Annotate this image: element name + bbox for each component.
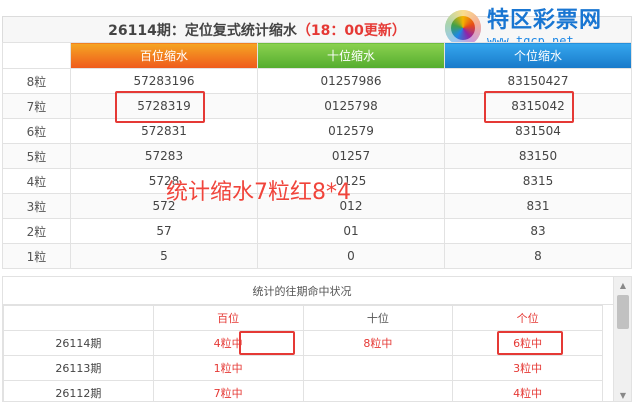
history-tens (302, 355, 454, 381)
table-row: 26113期 1粒中 3粒中 (3, 355, 603, 381)
cell-units: 83150427 (444, 68, 632, 94)
cell-units: 831 (444, 193, 632, 219)
scroll-up-arrow-icon[interactable]: ▲ (614, 277, 631, 293)
table-row: 8粒 57283196 01257986 83150427 (2, 68, 632, 94)
scroll-down-arrow-icon[interactable]: ▼ (614, 387, 631, 401)
cell-tens: 01257 (257, 143, 445, 169)
cell-units: 831504 (444, 118, 632, 144)
row-label: 1粒 (2, 243, 71, 269)
title-main: 26114期：定位复式统计缩水 (108, 22, 297, 39)
cell-tens: 012579 (257, 118, 445, 144)
table-row: 6粒 572831 012579 831504 (2, 118, 632, 144)
row-label: 5粒 (2, 143, 71, 169)
history-col-hundreds: 百位 (152, 305, 304, 331)
cell-units: 8 (444, 243, 632, 269)
cell-units: 8315042 (444, 93, 632, 119)
row-label: 4粒 (2, 168, 71, 194)
swirl-logo-icon (445, 10, 481, 46)
cell-hundreds: 5728319 (70, 93, 258, 119)
history-col-tens: 十位 (302, 305, 454, 331)
cell-hundreds: 572831 (70, 118, 258, 144)
history-col-units: 个位 (452, 305, 603, 331)
cell-hundreds: 57 (70, 218, 258, 244)
history-period: 26114期 (3, 330, 154, 356)
logo-brand: 特区彩票网 (487, 7, 603, 33)
row-label: 6粒 (2, 118, 71, 144)
annotation-text: 统计缩水7粒红8*4 (166, 180, 351, 205)
table-row: 26112期 7粒中 4粒中 (3, 380, 603, 401)
cell-tens: 01 (257, 218, 445, 244)
cell-units: 83150 (444, 143, 632, 169)
col-header-tens: 十位缩水 (257, 42, 445, 69)
reduction-table: 百位缩水 十位缩水 个位缩水 8粒 57283196 01257986 8315… (2, 42, 632, 269)
history-tens (302, 380, 454, 401)
cell-tens: 01257986 (257, 68, 445, 94)
title-update-time: （18：00更新） (296, 22, 406, 39)
vertical-scrollbar[interactable]: ▲ ▼ (613, 277, 631, 401)
cell-tens: 0125798 (257, 93, 445, 119)
history-table: 百位 十位 个位 26114期 4粒中 8粒中 6粒中 26113期 1粒中 3… (3, 305, 603, 401)
col-header-hundreds: 百位缩水 (70, 42, 258, 69)
history-hundreds: 7粒中 (152, 380, 304, 401)
row-label: 2粒 (2, 218, 71, 244)
scrollbar-thumb[interactable] (617, 295, 629, 329)
cell-tens: 0 (257, 243, 445, 269)
history-panel: 统计的往期命中状况 百位 十位 个位 26114期 4粒中 8粒中 6粒中 26… (2, 276, 632, 402)
cell-hundreds: 57283196 (70, 68, 258, 94)
header-corner (2, 42, 71, 69)
history-hundreds: 4粒中 (152, 330, 304, 356)
cell-units: 83 (444, 218, 632, 244)
stats-panel: 26114期：定位复式统计缩水 （18：00更新） 特区彩票网 www.tqcp.… (0, 0, 641, 270)
table-row: 26114期 4粒中 8粒中 6粒中 (3, 330, 603, 356)
history-tens: 8粒中 (302, 330, 454, 356)
table-header-row: 百位缩水 十位缩水 个位缩水 (2, 42, 632, 69)
history-units: 6粒中 (452, 330, 603, 356)
table-row: 7粒 5728319 0125798 8315042 (2, 93, 632, 119)
col-header-units: 个位缩水 (444, 42, 632, 69)
history-units: 3粒中 (452, 355, 603, 381)
history-hundreds: 1粒中 (152, 355, 304, 381)
table-row: 2粒 57 01 83 (2, 218, 632, 244)
row-label: 7粒 (2, 93, 71, 119)
history-title: 统计的往期命中状况 (3, 277, 631, 305)
history-header-row: 百位 十位 个位 (3, 305, 603, 331)
cell-hundreds: 57283 (70, 143, 258, 169)
row-label: 3粒 (2, 193, 71, 219)
history-units: 4粒中 (452, 380, 603, 401)
table-row: 1粒 5 0 8 (2, 243, 632, 269)
history-col-period (3, 305, 154, 331)
row-label: 8粒 (2, 68, 71, 94)
cell-hundreds: 5 (70, 243, 258, 269)
cell-units: 8315 (444, 168, 632, 194)
table-row: 5粒 57283 01257 83150 (2, 143, 632, 169)
history-period: 26113期 (3, 355, 154, 381)
history-period: 26112期 (3, 380, 154, 401)
